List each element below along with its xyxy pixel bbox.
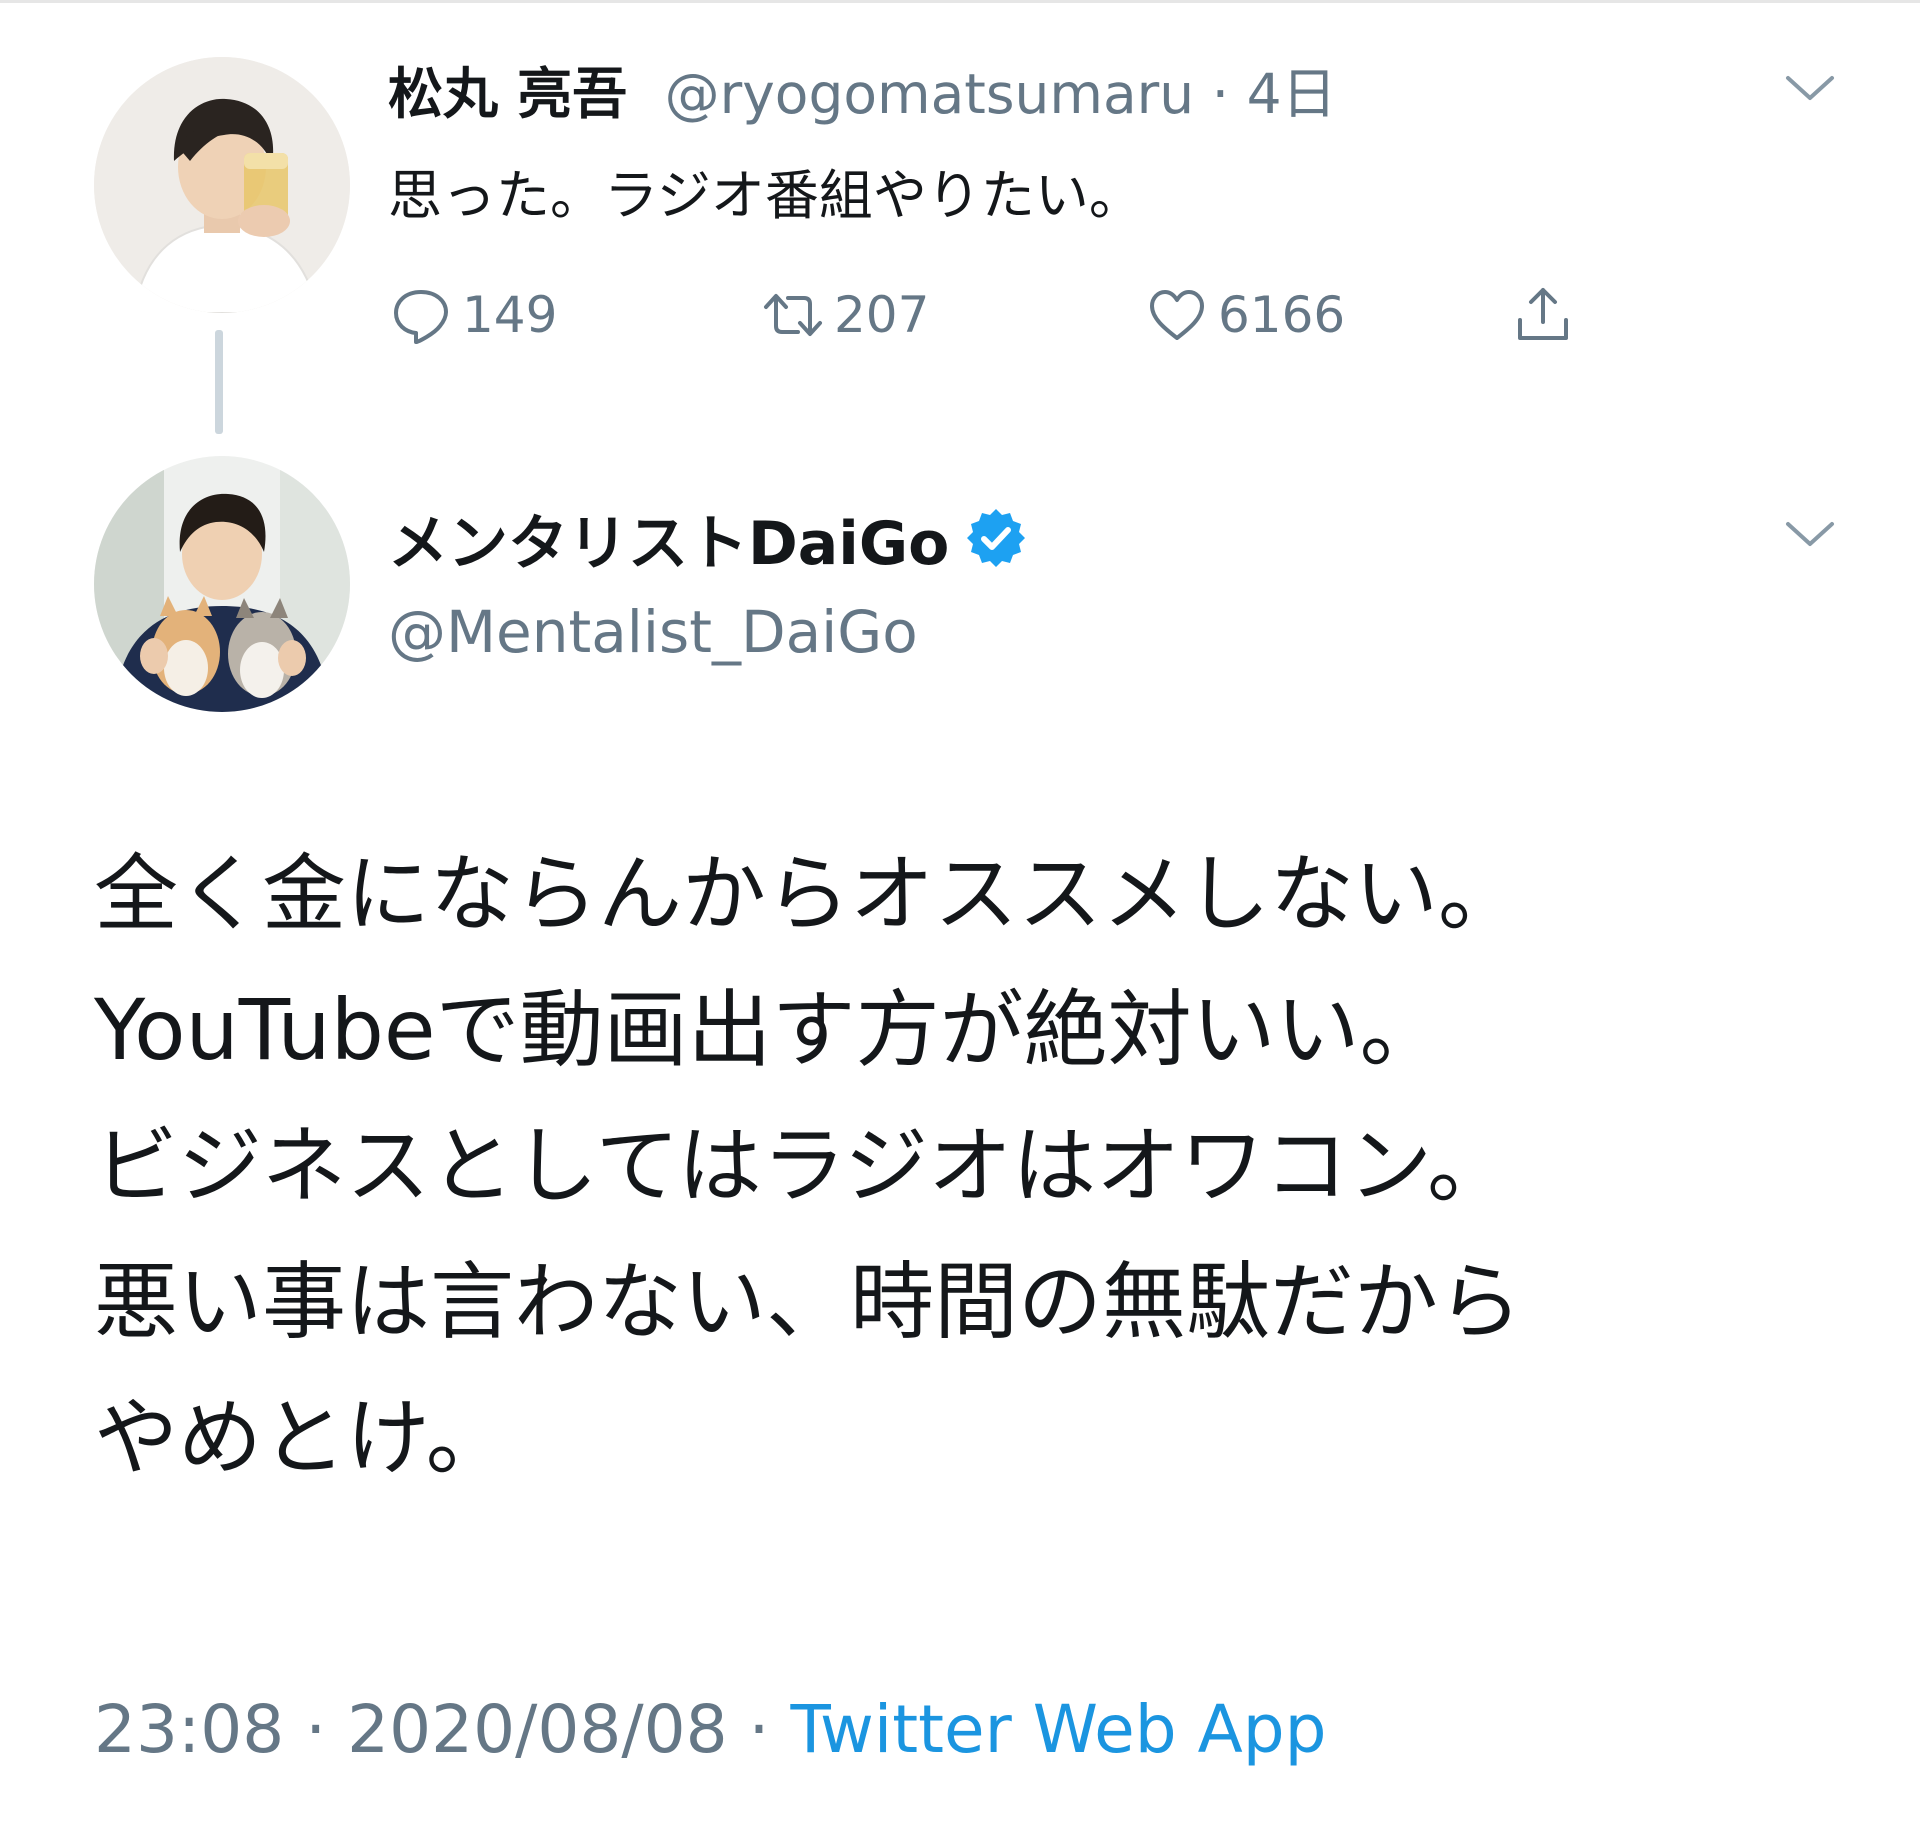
parent-timestamp[interactable]: 4日 (1247, 62, 1337, 126)
like-count: 6166 (1218, 286, 1346, 344)
parent-tweet[interactable]: 松丸 亮吾 @ryogomatsumaru · 4日 思った。ラジオ番組やりたい… (0, 0, 1920, 440)
meta-separator: · (748, 1691, 770, 1768)
parent-avatar-image (94, 57, 350, 313)
parent-tweet-actions: 149 207 6166 (388, 280, 1648, 350)
tweet-thread-screenshot: 松丸 亮吾 @ryogomatsumaru · 4日 思った。ラジオ番組やりたい… (0, 0, 1920, 1826)
parent-tweet-header: 松丸 亮吾 @ryogomatsumaru · 4日 (388, 56, 1337, 132)
share-button[interactable] (1510, 280, 1576, 350)
like-button[interactable]: 6166 (1144, 280, 1345, 350)
main-avatar[interactable] (94, 456, 350, 712)
retweet-icon (764, 294, 822, 336)
tweet-time: 23:08 (94, 1691, 285, 1768)
parent-header-separator: · (1211, 62, 1230, 126)
tweet-client-link[interactable]: Twitter Web App (791, 1691, 1327, 1768)
parent-display-name[interactable]: 松丸 亮吾 (388, 62, 627, 126)
main-display-name[interactable]: メンタリストDaiGo (388, 495, 949, 582)
tweet-text-line: ビジネスとしてはラジオはオワコン。 (94, 1117, 1512, 1215)
reply-count: 149 (462, 286, 558, 344)
tweet-text-line: 全く金にならんからオススメしない。 (94, 845, 1523, 943)
tweet-text-line: 悪い事は言わない、時間の無駄だから (94, 1253, 1523, 1351)
chevron-down-icon[interactable] (1782, 68, 1838, 108)
share-icon (1518, 288, 1568, 340)
reply-icon (394, 290, 448, 344)
tweet-metadata: 23:08 · 2020/08/08 · Twitter Web App (94, 1688, 1327, 1772)
thread-connector-line (215, 330, 223, 434)
main-handle[interactable]: @Mentalist_DaiGo (388, 594, 918, 670)
tweet-text-line: やめとけ。 (94, 1389, 510, 1487)
parent-handle[interactable]: @ryogomatsumaru (665, 62, 1194, 126)
main-avatar-image (94, 456, 350, 712)
parent-tweet-text: 思った。ラジオ番組やりたい。 (388, 164, 1143, 227)
main-tweet-text: 全く金にならんからオススメしない。 YouTubeで動画出す方が絶対いい。 ビジ… (94, 826, 1854, 1506)
reply-button[interactable]: 149 (388, 280, 557, 350)
like-icon (1150, 290, 1204, 340)
verified-badge-icon (963, 505, 1029, 571)
main-tweet-header: メンタリストDaiGo (388, 496, 1029, 580)
tweet-text-line: YouTubeで動画出す方が絶対いい。 (94, 981, 1444, 1079)
meta-separator: · (305, 1691, 327, 1768)
chevron-down-icon[interactable] (1782, 514, 1838, 554)
retweet-button[interactable]: 207 (760, 280, 929, 350)
tweet-date: 2020/08/08 (347, 1691, 728, 1768)
parent-avatar[interactable] (94, 57, 350, 313)
retweet-count: 207 (834, 286, 930, 344)
